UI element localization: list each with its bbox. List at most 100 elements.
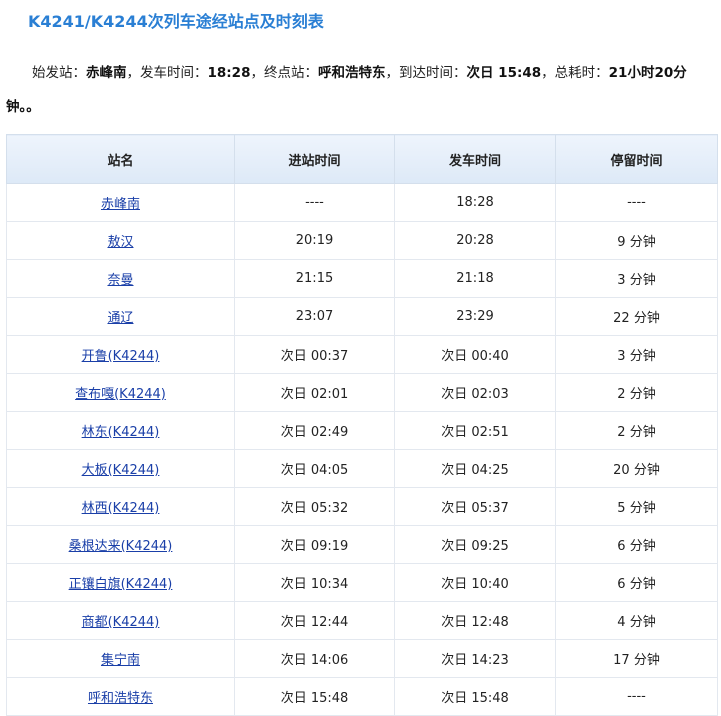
table-row: 正镶白旗(K4244) 次日 10:34 次日 10:40 6 分钟	[6, 563, 718, 602]
table-row: 奈曼 21:15 21:18 3 分钟	[6, 259, 718, 298]
station-cell: 林东(K4244)	[6, 411, 235, 450]
depart-time-cell: 次日 02:03	[394, 373, 556, 412]
station-cell: 查布嘎(K4244)	[6, 373, 235, 412]
table-row: 开鲁(K4244) 次日 00:37 次日 00:40 3 分钟	[6, 335, 718, 374]
table-row: 大板(K4244) 次日 04:05 次日 04:25 20 分钟	[6, 449, 718, 488]
stay-time-cell: ----	[555, 183, 718, 222]
stay-time-cell: 9 分钟	[555, 221, 718, 260]
station-link[interactable]: 林东(K4244)	[82, 425, 160, 440]
station-link[interactable]: 大板(K4244)	[82, 463, 160, 478]
header-depart-time: 发车时间	[394, 134, 556, 184]
station-cell: 开鲁(K4244)	[6, 335, 235, 374]
arrive-time-cell: 次日 14:06	[234, 639, 395, 678]
arrive-time-cell: 次日 10:34	[234, 563, 395, 602]
station-link[interactable]: 通辽	[107, 311, 133, 326]
station-link[interactable]: 赤峰南	[101, 197, 140, 212]
stay-time-cell: 5 分钟	[555, 487, 718, 526]
arrive-time-cell: 次日 05:32	[234, 487, 395, 526]
stay-time-cell: 3 分钟	[555, 335, 718, 374]
arrive-time-cell: 次日 09:19	[234, 525, 395, 564]
arrive-time-cell: 次日 15:48	[234, 677, 395, 716]
stay-time-cell: 2 分钟	[555, 373, 718, 412]
arrive-time: 次日 15:48	[466, 65, 542, 81]
start-station: 赤峰南	[86, 65, 127, 81]
depart-time-cell: 次日 15:48	[394, 677, 556, 716]
arrive-time-cell: 次日 12:44	[234, 601, 395, 640]
summary-suffix: 。。	[19, 99, 40, 115]
header-station: 站名	[6, 134, 235, 184]
start-label: 始发站：	[32, 65, 86, 81]
end-label: ，终点站：	[250, 65, 318, 81]
arrive-time-cell: ----	[234, 183, 395, 222]
stay-time-cell: 6 分钟	[555, 525, 718, 564]
depart-time-cell: 次日 04:25	[394, 449, 556, 488]
station-link[interactable]: 林西(K4244)	[82, 501, 160, 516]
table-row: 呼和浩特东 次日 15:48 次日 15:48 ----	[6, 677, 718, 716]
header-arrive-time: 进站时间	[234, 134, 395, 184]
table-row: 林东(K4244) 次日 02:49 次日 02:51 2 分钟	[6, 411, 718, 450]
station-cell: 奈曼	[6, 259, 235, 298]
table-row: 查布嘎(K4244) 次日 02:01 次日 02:03 2 分钟	[6, 373, 718, 412]
station-link[interactable]: 呼和浩特东	[88, 691, 153, 706]
table-row: 集宁南 次日 14:06 次日 14:23 17 分钟	[6, 639, 718, 678]
depart-time-cell: 次日 09:25	[394, 525, 556, 564]
arrive-time-cell: 23:07	[234, 297, 395, 336]
stay-time-cell: 3 分钟	[555, 259, 718, 298]
station-link[interactable]: 查布嘎(K4244)	[75, 387, 166, 402]
arrive-time-cell: 20:19	[234, 221, 395, 260]
timetable: 站名 进站时间 发车时间 停留时间 赤峰南 ---- 18:28 ---- 敖汉 20:1…	[6, 134, 718, 716]
table-row: 通辽 23:07 23:29 22 分钟	[6, 297, 718, 336]
arrive-time-cell: 次日 02:49	[234, 411, 395, 450]
station-link[interactable]: 桑根达来(K4244)	[69, 539, 173, 554]
station-link[interactable]: 敖汉	[107, 235, 133, 250]
header-stay-time: 停留时间	[555, 134, 718, 184]
station-cell: 集宁南	[6, 639, 235, 678]
arrive-time-cell: 次日 00:37	[234, 335, 395, 374]
stay-time-cell: 20 分钟	[555, 449, 718, 488]
arrive-time-cell: 次日 04:05	[234, 449, 395, 488]
table-row: 商都(K4244) 次日 12:44 次日 12:48 4 分钟	[6, 601, 718, 640]
table-row: 林西(K4244) 次日 05:32 次日 05:37 5 分钟	[6, 487, 718, 526]
depart-time-cell: 次日 02:51	[394, 411, 556, 450]
table-row: 桑根达来(K4244) 次日 09:19 次日 09:25 6 分钟	[6, 525, 718, 564]
station-cell: 大板(K4244)	[6, 449, 235, 488]
depart-time-cell: 次日 10:40	[394, 563, 556, 602]
station-cell: 赤峰南	[6, 183, 235, 222]
station-link[interactable]: 集宁南	[101, 653, 140, 668]
depart-time: 18:28	[207, 65, 251, 81]
depart-time-cell: 次日 00:40	[394, 335, 556, 374]
stay-time-cell: ----	[555, 677, 718, 716]
station-cell: 林西(K4244)	[6, 487, 235, 526]
depart-time-cell: 23:29	[394, 297, 556, 336]
station-cell: 桑根达来(K4244)	[6, 525, 235, 564]
route-summary: 始发站：赤峰南，发车时间：18:28，终点站：呼和浩特东，到达时间：次日 15:…	[6, 56, 718, 124]
stay-time-cell: 4 分钟	[555, 601, 718, 640]
station-link[interactable]: 奈曼	[107, 273, 133, 288]
table-header-row: 站名 进站时间 发车时间 停留时间	[6, 134, 718, 184]
table-body: 赤峰南 ---- 18:28 ---- 敖汉 20:19 20:28 9 分钟 奈曼 21:15 2…	[6, 183, 718, 716]
depart-time-cell: 次日 05:37	[394, 487, 556, 526]
station-cell: 正镶白旗(K4244)	[6, 563, 235, 602]
page-title: K4241/K4244次列车途经站点及时刻表	[28, 12, 324, 31]
station-link[interactable]: 开鲁(K4244)	[82, 349, 160, 364]
depart-time-cell: 18:28	[394, 183, 556, 222]
end-station: 呼和浩特东	[317, 65, 386, 81]
depart-time-cell: 次日 14:23	[394, 639, 556, 678]
station-cell: 通辽	[6, 297, 235, 336]
station-cell: 呼和浩特东	[6, 677, 235, 716]
arrive-label: ，到达时间：	[385, 65, 467, 81]
depart-time-cell: 次日 12:48	[394, 601, 556, 640]
duration-label: ，总耗时：	[541, 65, 609, 81]
table-row: 敖汉 20:19 20:28 9 分钟	[6, 221, 718, 260]
stay-time-cell: 6 分钟	[555, 563, 718, 602]
arrive-time-cell: 次日 02:01	[234, 373, 395, 412]
station-link[interactable]: 商都(K4244)	[82, 615, 160, 630]
stay-time-cell: 2 分钟	[555, 411, 718, 450]
station-cell: 商都(K4244)	[6, 601, 235, 640]
table-row: 赤峰南 ---- 18:28 ----	[6, 183, 718, 222]
station-link[interactable]: 正镶白旗(K4244)	[69, 577, 173, 592]
depart-time-cell: 20:28	[394, 221, 556, 260]
arrive-time-cell: 21:15	[234, 259, 395, 298]
stay-time-cell: 17 分钟	[555, 639, 718, 678]
stay-time-cell: 22 分钟	[555, 297, 718, 336]
